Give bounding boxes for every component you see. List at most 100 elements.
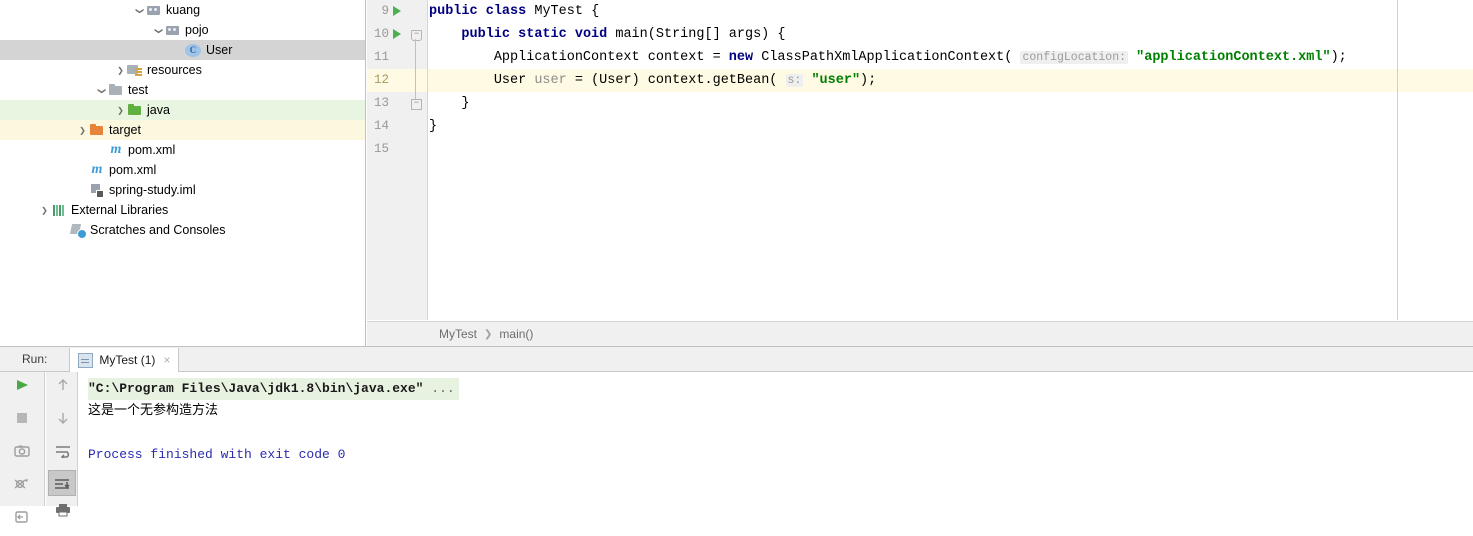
code-line-9[interactable]: public class MyTest { <box>429 0 1473 23</box>
editor-panel[interactable]: 9 10 − 11 12 13 − 14 15 public class MyTest { pu… <box>367 0 1473 346</box>
gutter-line-10[interactable]: 10 − <box>367 23 427 46</box>
line-number: 14 <box>373 119 389 133</box>
console-stdout-line: 这是一个无参构造方法 <box>88 403 219 418</box>
arrow-down-icon[interactable] <box>48 404 76 437</box>
external-libraries-icon <box>51 202 67 218</box>
code-line-13[interactable]: } <box>429 92 1473 115</box>
gutter-line-13[interactable]: 13 − <box>367 92 427 115</box>
statement-tail: ); <box>860 73 877 88</box>
console-command-line: "C:\Program Files\Java\jdk1.8\bin\java.e… <box>88 378 459 400</box>
breadcrumb-item-main[interactable]: main() <box>499 327 533 341</box>
code-line-14[interactable]: } <box>429 115 1473 138</box>
keyword-static: static <box>518 27 567 42</box>
code-line-15[interactable] <box>429 138 1473 161</box>
breadcrumb-item-mytest[interactable]: MyTest <box>439 327 477 341</box>
code-line-11[interactable]: ApplicationContext context = new ClassPa… <box>429 46 1473 69</box>
breadcrumb[interactable]: MyTest ❯ main() <box>367 321 1473 346</box>
tree-item-resources[interactable]: resources <box>0 60 365 80</box>
arrow-up-icon[interactable] <box>48 372 76 404</box>
module-iml-icon <box>89 182 105 198</box>
line-number: 9 <box>381 4 389 18</box>
fold-end-icon[interactable]: − <box>411 99 422 110</box>
gutter-line-9[interactable]: 9 <box>367 0 427 23</box>
tree-item-target[interactable]: target <box>0 120 365 140</box>
gutter-line-11[interactable]: 11 <box>367 46 427 69</box>
console-tab-icon <box>78 352 94 368</box>
assign-operator: = <box>574 73 583 88</box>
run-gutter-icon[interactable] <box>393 6 401 16</box>
maven-icon: m <box>91 162 103 177</box>
print-icon[interactable] <box>48 496 76 529</box>
chevron-down-icon[interactable] <box>133 0 146 21</box>
fold-region-line <box>415 39 416 99</box>
statement-tail: ); <box>1330 50 1347 65</box>
camera-icon[interactable] <box>8 437 36 470</box>
tree-item-scratches-and-consoles[interactable]: Scratches and Consoles <box>0 220 365 240</box>
keyword-class: class <box>485 4 527 19</box>
line-number: 11 <box>373 50 389 64</box>
chevron-down-icon[interactable] <box>95 80 108 101</box>
ide-main-area: kuangpojoCUserresourcestestjavatargetmpo… <box>0 0 1473 346</box>
tree-item-label: spring-study.iml <box>109 183 196 197</box>
run-body: "C:\Program Files\Java\jdk1.8\bin\java.e… <box>0 372 1473 523</box>
type-user: User <box>493 73 527 88</box>
excluded-folder-icon <box>89 122 105 138</box>
run-tab-mytest[interactable]: MyTest (1) × <box>69 348 180 372</box>
console-line: "C:\Program Files\Java\jdk1.8\bin\java.e… <box>79 378 1473 400</box>
tree-item-test[interactable]: test <box>0 80 365 100</box>
tree-item-kuang[interactable]: kuang <box>0 0 365 20</box>
rerun-button[interactable] <box>8 372 36 404</box>
assign-operator: = <box>712 50 721 65</box>
tree-item-label: External Libraries <box>71 203 169 217</box>
run-tab-title: MyTest (1) <box>99 353 156 367</box>
project-tree-panel[interactable]: kuangpojoCUserresourcestestjavatargetmpo… <box>0 0 366 346</box>
code-line-10[interactable]: public static void main(String[] args) { <box>429 23 1473 46</box>
gutter-line-14[interactable]: 14 <box>367 115 427 138</box>
tree-item-java[interactable]: java <box>0 100 365 120</box>
chevron-right-icon[interactable] <box>114 100 127 121</box>
java-class-icon: C <box>185 43 201 57</box>
tree-item-user[interactable]: C User <box>0 40 365 60</box>
chevron-right-icon: ❯ <box>484 328 493 340</box>
ellipsis: ... <box>423 381 455 396</box>
tree-item-spring-study-iml[interactable]: spring-study.iml <box>0 180 365 200</box>
tree-item-pom-xml[interactable]: m pom.xml <box>0 140 365 160</box>
close-brace-method: } <box>461 96 470 111</box>
line-number: 12 <box>373 73 389 87</box>
restore-layout-icon[interactable] <box>8 503 36 536</box>
stop-button[interactable] <box>8 404 36 437</box>
tree-item-pojo[interactable]: pojo <box>0 20 365 40</box>
run-gutter-icon[interactable] <box>393 29 401 39</box>
scroll-to-end-icon[interactable] <box>47 470 76 496</box>
soft-wrap-icon[interactable] <box>48 437 76 470</box>
chevron-right-icon[interactable] <box>114 60 127 81</box>
folder-icon <box>108 82 124 98</box>
tree-item-pom-xml[interactable]: m pom.xml <box>0 160 365 180</box>
tree-item-label: User <box>206 43 233 57</box>
method-signature-main: main(String[] args) { <box>615 27 786 42</box>
resources-folder-icon <box>127 62 143 78</box>
fold-collapse-icon[interactable]: − <box>411 30 422 41</box>
console-line: Process finished with exit code 0 <box>79 444 1473 466</box>
chevron-down-icon[interactable] <box>152 20 165 41</box>
chevron-right-icon[interactable] <box>76 120 89 141</box>
console-output[interactable]: "C:\Program Files\Java\jdk1.8\bin\java.e… <box>79 372 1473 506</box>
gutter-line-15[interactable]: 15 <box>367 138 427 161</box>
tree-item-label: java <box>147 103 170 117</box>
editor-code-area[interactable]: public class MyTest { public static void… <box>429 0 1473 320</box>
editor-gutter[interactable]: 9 10 − 11 12 13 − 14 15 <box>367 0 428 320</box>
close-brace-class: } <box>429 119 438 134</box>
tree-item-external-libraries[interactable]: External Libraries <box>0 200 365 220</box>
class-name-mytest: MyTest <box>534 4 583 19</box>
gutter-line-12[interactable]: 12 <box>367 69 427 92</box>
thread-dump-icon[interactable] <box>8 470 36 503</box>
type-applicationcontext: ApplicationContext <box>493 50 640 65</box>
variable-user: user <box>534 73 567 88</box>
close-icon[interactable]: × <box>163 354 170 366</box>
code-line-12[interactable]: User user = (User) context.getBean( s: "… <box>429 69 1473 92</box>
test-source-folder-icon <box>127 102 143 118</box>
chevron-right-icon[interactable] <box>38 200 51 221</box>
string-user: "user" <box>811 73 861 88</box>
variable-context: context <box>647 50 705 65</box>
